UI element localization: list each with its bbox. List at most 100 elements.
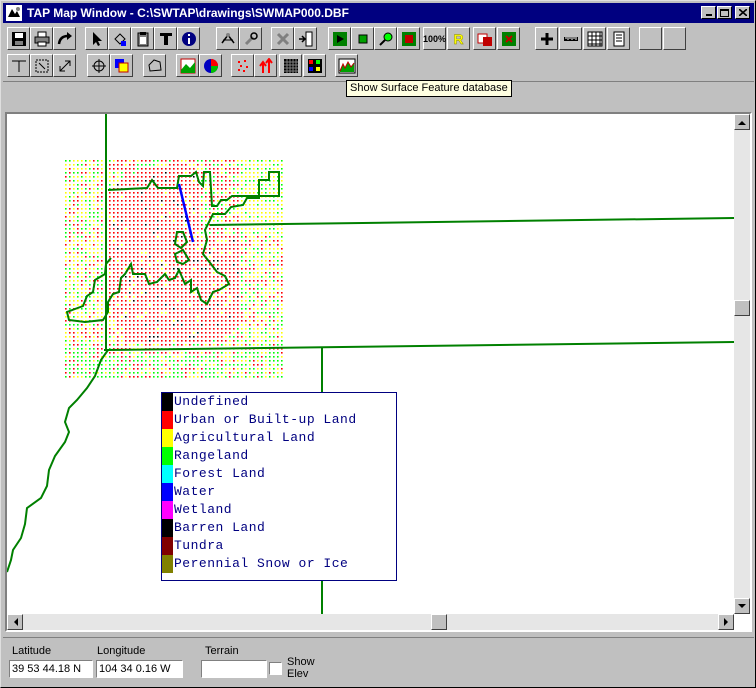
grid-green-button[interactable] — [497, 27, 520, 50]
pointer-arrow-icon — [92, 31, 102, 46]
red-square-icon — [401, 31, 416, 46]
run-button[interactable] — [328, 27, 351, 50]
clipboard-icon — [137, 31, 148, 46]
info-icon — [181, 31, 196, 46]
paint-button[interactable] — [108, 27, 131, 50]
grid-color-button[interactable] — [303, 54, 326, 77]
show-elev-label-show: Show — [287, 656, 315, 668]
vertical-scrollbar[interactable] — [734, 114, 750, 614]
close-button[interactable] — [735, 6, 750, 19]
tools-button[interactable] — [239, 27, 262, 50]
layers-button[interactable] — [110, 54, 133, 77]
zoom-box-button[interactable] — [30, 54, 53, 77]
wrench-icon — [244, 31, 258, 45]
color-grid-icon — [307, 58, 322, 73]
legend-item: Urban or Built-up Land — [162, 411, 394, 429]
legend-item: Agricultural Land — [162, 429, 394, 447]
boundary-horizontal-lower — [103, 341, 734, 351]
horizontal-scrollbar[interactable] — [7, 614, 734, 630]
latitude-label: Latitude — [12, 645, 52, 657]
zoom-in-button[interactable] — [535, 27, 558, 50]
scroll-down-button[interactable] — [734, 598, 750, 614]
legend-swatch — [162, 429, 173, 447]
zoom-100-button[interactable]: 100% — [423, 27, 446, 50]
measure-button[interactable] — [216, 27, 239, 50]
grid-dark-button[interactable] — [279, 54, 302, 77]
diagonal-arrow-icon — [59, 60, 70, 71]
resize-button[interactable] — [53, 54, 76, 77]
delete-button[interactable] — [271, 27, 294, 50]
show-elev-checkbox[interactable] — [269, 662, 282, 675]
notepad-icon — [613, 31, 624, 46]
map-view[interactable]: Undefined Urban or Built-up Land Agricultu… — [5, 112, 752, 632]
legend-swatch — [162, 519, 173, 537]
longitude-label: Longitude — [97, 645, 146, 657]
grid-icon — [587, 31, 602, 46]
legend-item: Water — [162, 483, 394, 501]
r-label: R — [453, 30, 464, 47]
grid-button[interactable] — [583, 27, 606, 50]
info-button[interactable] — [177, 27, 200, 50]
legend-label: Tundra — [174, 538, 224, 553]
scroll-up-button[interactable] — [734, 114, 750, 130]
toolbar-secondary — [3, 53, 754, 79]
blank-button-1[interactable] — [639, 27, 662, 50]
scroll-left-button[interactable] — [7, 614, 23, 630]
legend-swatch — [162, 537, 173, 555]
stop-button[interactable] — [397, 27, 420, 50]
legend-label: Barren Land — [174, 520, 266, 535]
blank-button-2[interactable] — [663, 27, 686, 50]
draw-line-button[interactable] — [7, 54, 30, 77]
scroll-right-button[interactable] — [718, 614, 734, 630]
ruler-button[interactable] — [559, 27, 582, 50]
zoom-box-icon — [35, 59, 48, 72]
legend-label: Perennial Snow or Ice — [174, 556, 349, 571]
legend-label: Agricultural Land — [174, 430, 316, 445]
save-button[interactable] — [7, 27, 30, 50]
terrain-icon — [180, 58, 195, 73]
down-arrow-icon — [738, 603, 746, 608]
land-use-button[interactable] — [199, 54, 222, 77]
locate-button[interactable] — [374, 27, 397, 50]
scatter-points-icon — [237, 59, 248, 72]
polygon-button[interactable] — [143, 54, 166, 77]
legend-label: Rangeland — [174, 448, 249, 463]
boundary-horizontal-upper — [209, 217, 734, 226]
copy-red-button[interactable] — [473, 27, 496, 50]
scatter-button[interactable] — [231, 54, 254, 77]
minimize-button[interactable] — [701, 6, 716, 19]
maximize-button[interactable] — [717, 6, 732, 19]
show-elev-label-elev: Elev — [287, 668, 309, 680]
print-button[interactable] — [30, 27, 53, 50]
horizontal-scroll-thumb[interactable] — [431, 614, 447, 630]
magnifier-icon — [378, 32, 392, 46]
exit-button[interactable] — [294, 27, 317, 50]
longitude-field[interactable]: 104 34 0.16 W — [96, 660, 183, 678]
latitude-field[interactable]: 39 53 44.18 N — [9, 660, 93, 678]
notes-button[interactable] — [607, 27, 630, 50]
text-tool-button[interactable] — [154, 27, 177, 50]
select-pointer-button[interactable] — [85, 27, 108, 50]
pan-button[interactable] — [87, 54, 110, 77]
up-arrows-icon — [258, 57, 273, 73]
window-title: TAP Map Window - C:\SWTAP\drawings\SWMAP… — [27, 6, 349, 20]
terrain-button[interactable] — [176, 54, 199, 77]
legend-swatch — [162, 411, 173, 429]
legend-swatch — [162, 483, 173, 501]
compass-icon — [220, 32, 235, 43]
x-delete-icon — [276, 32, 289, 45]
green-square-icon — [358, 34, 367, 43]
show-surface-feature-button[interactable] — [335, 54, 358, 77]
r-button[interactable]: R — [447, 27, 470, 50]
crosshair-icon — [91, 58, 106, 73]
legend-item: Tundra — [162, 537, 394, 555]
terrain-field[interactable] — [201, 660, 267, 678]
app-icon — [6, 5, 22, 21]
redo-button[interactable] — [53, 27, 76, 50]
vertical-scroll-thumb[interactable] — [734, 300, 750, 316]
elevation-arrows-button[interactable] — [254, 54, 277, 77]
clipboard-button[interactable] — [131, 27, 154, 50]
point-button[interactable] — [351, 27, 374, 50]
up-arrow-icon — [738, 120, 746, 125]
title-bar[interactable]: TAP Map Window - C:\SWTAP\drawings\SWMAP… — [3, 3, 754, 23]
